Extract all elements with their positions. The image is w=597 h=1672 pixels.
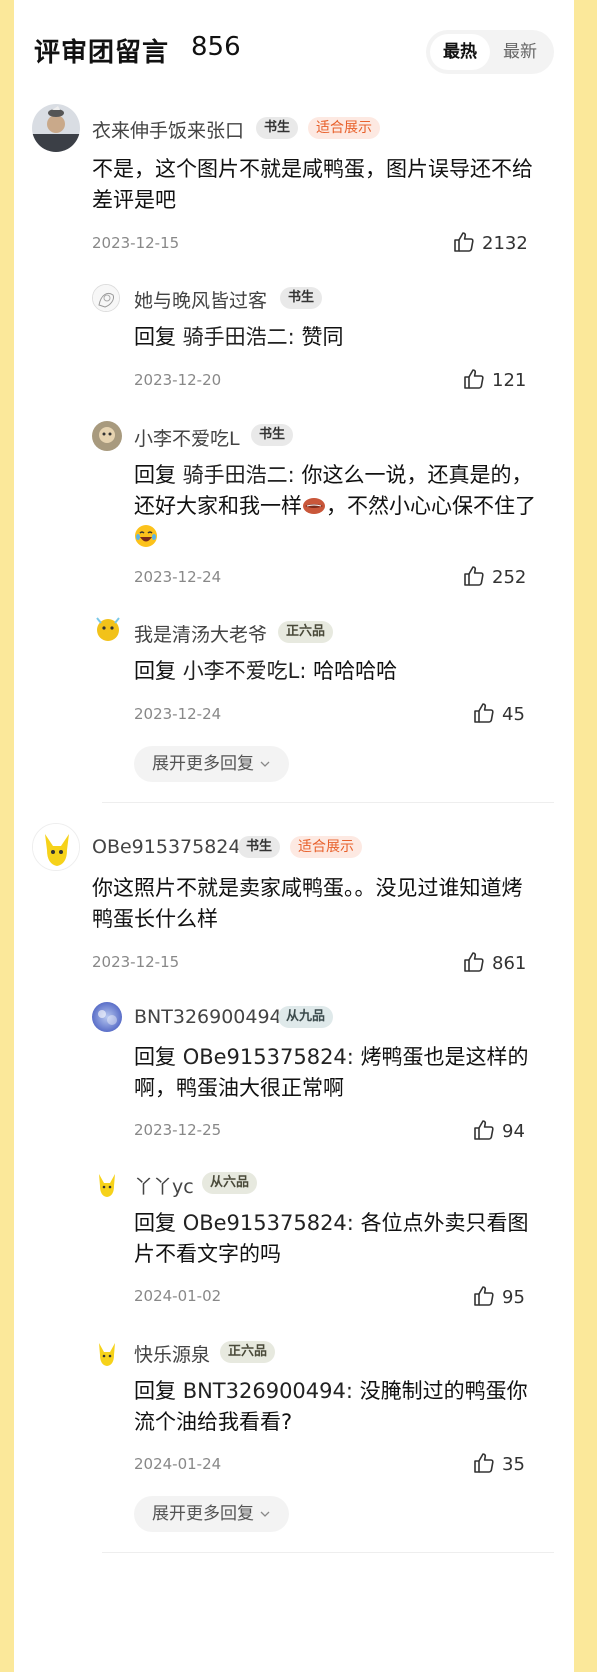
- featured-tag: 适合展示: [290, 836, 362, 858]
- level-badge: 书生: [251, 424, 294, 446]
- reply-prefix: 回复: [134, 463, 176, 487]
- thumbs-up-icon: [464, 566, 484, 586]
- sort-toggle: 最热 最新: [426, 30, 554, 74]
- reply-body-cont: ，不然小心心保不住了: [326, 494, 536, 518]
- reply-target[interactable]: 骑手田浩二:: [183, 325, 295, 349]
- avatar[interactable]: [92, 1338, 122, 1368]
- reply-date: 2023-12-24: [134, 705, 222, 723]
- username[interactable]: 她与晚风皆过客: [134, 286, 267, 313]
- thumbs-up-icon: [474, 1286, 494, 1306]
- like-button[interactable]: 252: [462, 564, 542, 590]
- level-badge: 正六品: [220, 1341, 276, 1363]
- reply-text: 回复 小李不爱吃L: 哈哈哈哈: [134, 656, 542, 687]
- reply-text: 回复 OBe915375824: 各位点外卖只看图片不看文字的吗: [134, 1208, 544, 1270]
- username[interactable]: 我是清汤大老爷: [134, 620, 267, 647]
- reply-date: 2024-01-24: [134, 1455, 222, 1473]
- lips-emoji-icon: [303, 498, 325, 514]
- comment-date: 2023-12-15: [92, 234, 180, 252]
- reply-date: 2023-12-25: [134, 1121, 222, 1139]
- like-count: 121: [492, 370, 527, 391]
- reply-prefix: 回复: [134, 659, 176, 683]
- like-count: 95: [502, 1287, 525, 1308]
- comments-header: 评审团留言 856 最热 最新: [34, 30, 554, 74]
- comment-count: 856: [191, 32, 241, 62]
- avatar[interactable]: [92, 421, 122, 451]
- thumbs-up-icon: [474, 703, 494, 723]
- like-count: 45: [502, 704, 525, 725]
- avatar[interactable]: [92, 1169, 122, 1199]
- sort-new-button[interactable]: 最新: [490, 34, 550, 70]
- thumbs-up-icon: [474, 1453, 494, 1473]
- comment-text: 不是，这个图片不就是咸鸭蛋，图片误导还不给差评是吧: [92, 157, 533, 212]
- reply-date: 2024-01-02: [134, 1287, 222, 1305]
- section-title: 评审团留言: [34, 38, 170, 68]
- like-button[interactable]: 94: [472, 1118, 542, 1144]
- comment-text: 你这照片不就是卖家咸鸭蛋。。没见过谁知道烤鸭蛋长什么样: [92, 876, 523, 931]
- like-button[interactable]: 2132: [452, 230, 542, 256]
- like-button[interactable]: 95: [472, 1284, 542, 1310]
- like-button[interactable]: 861: [462, 950, 542, 976]
- like-button[interactable]: 45: [472, 701, 542, 727]
- divider: [102, 1552, 554, 1553]
- reply-text: 回复 骑手田浩二: 赞同: [134, 322, 542, 353]
- like-button[interactable]: 35: [472, 1451, 542, 1477]
- reply-text: 回复 骑手田浩二: 你这么一说，还真是的，还好大家和我一样 ，不然小心心保不住了: [134, 460, 544, 553]
- username[interactable]: 快乐源泉: [134, 1340, 210, 1367]
- like-count: 2132: [482, 233, 528, 254]
- comment-date: 2023-12-15: [92, 953, 180, 971]
- avatar[interactable]: [32, 104, 80, 152]
- avatar[interactable]: [92, 612, 124, 644]
- like-count: 252: [492, 567, 527, 588]
- reply-prefix: 回复: [134, 1211, 176, 1235]
- reply-target[interactable]: BNT326900494:: [183, 1379, 353, 1403]
- expand-replies-label: 展开更多回复: [152, 754, 254, 774]
- like-count: 861: [492, 953, 527, 974]
- reply-body: 哈哈哈哈: [313, 659, 398, 683]
- reply-text: 回复 OBe915375824: 烤鸭蛋也是这样的啊，鸭蛋油大很正常啊: [134, 1042, 544, 1104]
- thumbs-up-icon: [474, 1120, 494, 1140]
- reply-target[interactable]: OBe915375824:: [183, 1045, 354, 1069]
- chevron-down-icon: [260, 1511, 270, 1517]
- chevron-down-icon: [260, 761, 270, 767]
- username[interactable]: 丫丫yc: [134, 1172, 194, 1199]
- level-badge: 正六品: [278, 621, 334, 643]
- username[interactable]: OBe915375824: [92, 836, 240, 858]
- thumbs-up-icon: [454, 232, 474, 252]
- avatar[interactable]: [32, 823, 80, 871]
- reply-prefix: 回复: [134, 325, 176, 349]
- comments-panel: 评审团留言 856 最热 最新 衣来伸手饭来张口 书生 适合展示 不是，这个图片…: [14, 0, 574, 1672]
- reply-date: 2023-12-24: [134, 568, 222, 586]
- laughing-tears-emoji-icon: [135, 525, 157, 547]
- reply-body: 赞同: [301, 325, 344, 349]
- reply-target[interactable]: OBe915375824:: [183, 1211, 354, 1235]
- level-badge: 书生: [280, 287, 323, 309]
- featured-tag: 适合展示: [308, 117, 380, 139]
- level-badge: 从六品: [202, 1172, 258, 1194]
- username[interactable]: BNT326900494: [134, 1006, 282, 1028]
- reply-target[interactable]: 小李不爱吃L:: [183, 659, 307, 683]
- level-badge: 从九品: [278, 1006, 334, 1028]
- thumbs-up-icon: [464, 952, 484, 972]
- sort-hot-button[interactable]: 最热: [430, 34, 490, 70]
- avatar[interactable]: [92, 284, 120, 312]
- level-badge: 书生: [238, 836, 281, 858]
- username[interactable]: 衣来伸手饭来张口: [92, 116, 244, 143]
- expand-replies-button[interactable]: 展开更多回复: [134, 746, 290, 782]
- reply-prefix: 回复: [134, 1379, 176, 1403]
- thumbs-up-icon: [464, 369, 484, 389]
- level-badge: 书生: [256, 117, 299, 139]
- like-count: 35: [502, 1454, 525, 1475]
- reply-prefix: 回复: [134, 1045, 176, 1069]
- reply-target[interactable]: 骑手田浩二:: [183, 463, 295, 487]
- divider: [102, 802, 554, 803]
- like-count: 94: [502, 1121, 525, 1142]
- reply-date: 2023-12-20: [134, 371, 222, 389]
- like-button[interactable]: 121: [462, 367, 542, 393]
- expand-replies-label: 展开更多回复: [152, 1504, 254, 1524]
- avatar[interactable]: [92, 1002, 122, 1032]
- reply-text: 回复 BNT326900494: 没腌制过的鸭蛋你流个油给我看看?: [134, 1376, 544, 1438]
- expand-replies-button[interactable]: 展开更多回复: [134, 1496, 290, 1532]
- username[interactable]: 小李不爱吃L: [134, 424, 240, 451]
